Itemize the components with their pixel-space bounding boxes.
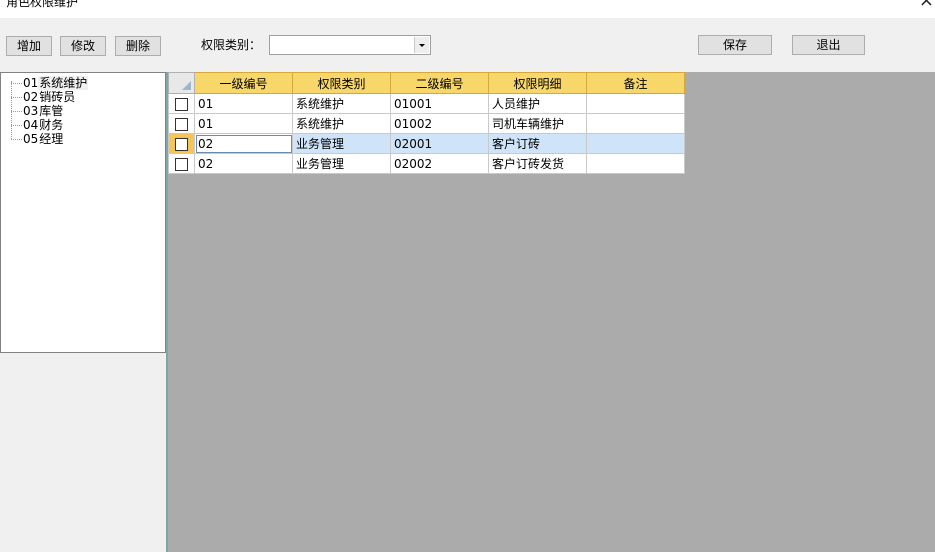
tree-item-code: 05 (23, 132, 39, 146)
tree-item-code: 04 (23, 118, 39, 132)
table-row[interactable]: 02 业务管理 02002 客户订砖发货 (168, 153, 685, 174)
tree-item[interactable]: 05经理 (11, 132, 64, 146)
row-checkbox[interactable] (175, 157, 188, 171)
tree-item-label: 库管 (39, 104, 64, 118)
row-checkbox[interactable] (175, 137, 188, 151)
row-select-cell[interactable] (168, 113, 195, 134)
tree-item[interactable]: 02销砖员 (11, 90, 76, 104)
table-row-current[interactable]: 02 业务管理 02001 客户订砖 (168, 133, 685, 154)
permission-type-select[interactable] (269, 35, 431, 55)
tree-item-code: 03 (23, 104, 39, 118)
tree-item-code: 01 (23, 76, 39, 90)
detail-cell[interactable]: 人员维护 (488, 93, 587, 114)
table-row[interactable]: 01 系统维护 01002 司机车辆维护 (168, 113, 685, 134)
category-cell[interactable]: 业务管理 (292, 133, 391, 154)
tree-branch-line (11, 125, 22, 126)
category-cell[interactable]: 业务管理 (292, 153, 391, 174)
permission-grid: 一级编号 权限类别 二级编号 权限明细 备注 01 系统维护 01001 人员维… (168, 72, 685, 174)
tree-branch-line (11, 139, 22, 140)
role-tree[interactable]: 01系统维护 02销砖员 03库管 04财务 05经理 (0, 72, 166, 353)
row-checkbox[interactable] (175, 97, 188, 111)
tree-item[interactable]: 03库管 (11, 104, 64, 118)
edit-button[interactable]: 修改 (60, 36, 106, 56)
add-button[interactable]: 增加 (6, 36, 52, 56)
tree-item-label: 销砖员 (39, 90, 76, 104)
level2-cell[interactable]: 02002 (390, 153, 489, 174)
tree-branch-line (11, 97, 22, 98)
save-button[interactable]: 保存 (698, 35, 772, 55)
tree-branch-line (11, 111, 22, 112)
tree-item[interactable]: 04财务 (11, 118, 64, 132)
tree-item[interactable]: 01系统维护 (11, 76, 89, 90)
row-select-cell[interactable] (168, 153, 195, 174)
level2-cell[interactable]: 01001 (390, 93, 489, 114)
tree-item-label: 财务 (39, 118, 64, 132)
row-select-cell[interactable] (168, 93, 195, 114)
column-header[interactable]: 一级编号 (194, 72, 293, 94)
tree-item-label: 经理 (39, 132, 64, 146)
level2-cell[interactable]: 01002 (390, 113, 489, 134)
level2-cell[interactable]: 02001 (390, 133, 489, 154)
detail-cell[interactable]: 司机车辆维护 (488, 113, 587, 134)
column-header[interactable]: 权限类别 (292, 72, 391, 94)
detail-cell[interactable]: 客户订砖 (488, 133, 587, 154)
remark-cell[interactable] (586, 153, 685, 174)
row-select-cell[interactable] (168, 133, 195, 154)
level1-cell[interactable]: 02 (194, 153, 293, 174)
column-header[interactable]: 备注 (586, 72, 685, 94)
select-all-corner[interactable] (168, 72, 195, 94)
window-title: 角色权限维护 (6, 0, 79, 9)
level1-cell[interactable]: 01 (194, 93, 293, 114)
level1-cell[interactable]: 01 (194, 113, 293, 134)
category-cell[interactable]: 系统维护 (292, 113, 391, 134)
tree-item-label: 系统维护 (38, 76, 89, 90)
tree-branch-line (11, 83, 22, 84)
remark-cell[interactable] (586, 133, 685, 154)
permission-grid-area: 一级编号 权限类别 二级编号 权限明细 备注 01 系统维护 01001 人员维… (168, 72, 935, 552)
remark-cell[interactable] (586, 113, 685, 134)
detail-cell[interactable]: 客户订砖发货 (488, 153, 587, 174)
table-row[interactable]: 01 系统维护 01001 人员维护 (168, 93, 685, 114)
tree-item-code: 02 (23, 90, 39, 104)
delete-button[interactable]: 删除 (115, 36, 161, 56)
close-icon[interactable]: × (919, 0, 934, 10)
title-bar: 角色权限维护 × (0, 0, 935, 18)
remark-cell[interactable] (586, 93, 685, 114)
exit-button[interactable]: 退出 (792, 35, 865, 55)
category-cell[interactable]: 系统维护 (292, 93, 391, 114)
column-header[interactable]: 权限明细 (488, 72, 587, 94)
row-checkbox[interactable] (175, 117, 188, 131)
corner-triangle-icon (182, 81, 191, 90)
chevron-down-icon[interactable] (414, 37, 429, 53)
grid-header-row: 一级编号 权限类别 二级编号 权限明细 备注 (168, 72, 685, 94)
level1-cell-editing[interactable]: 02 (194, 133, 293, 154)
permission-type-label: 权限类别： (201, 38, 262, 52)
column-header[interactable]: 二级编号 (390, 72, 489, 94)
